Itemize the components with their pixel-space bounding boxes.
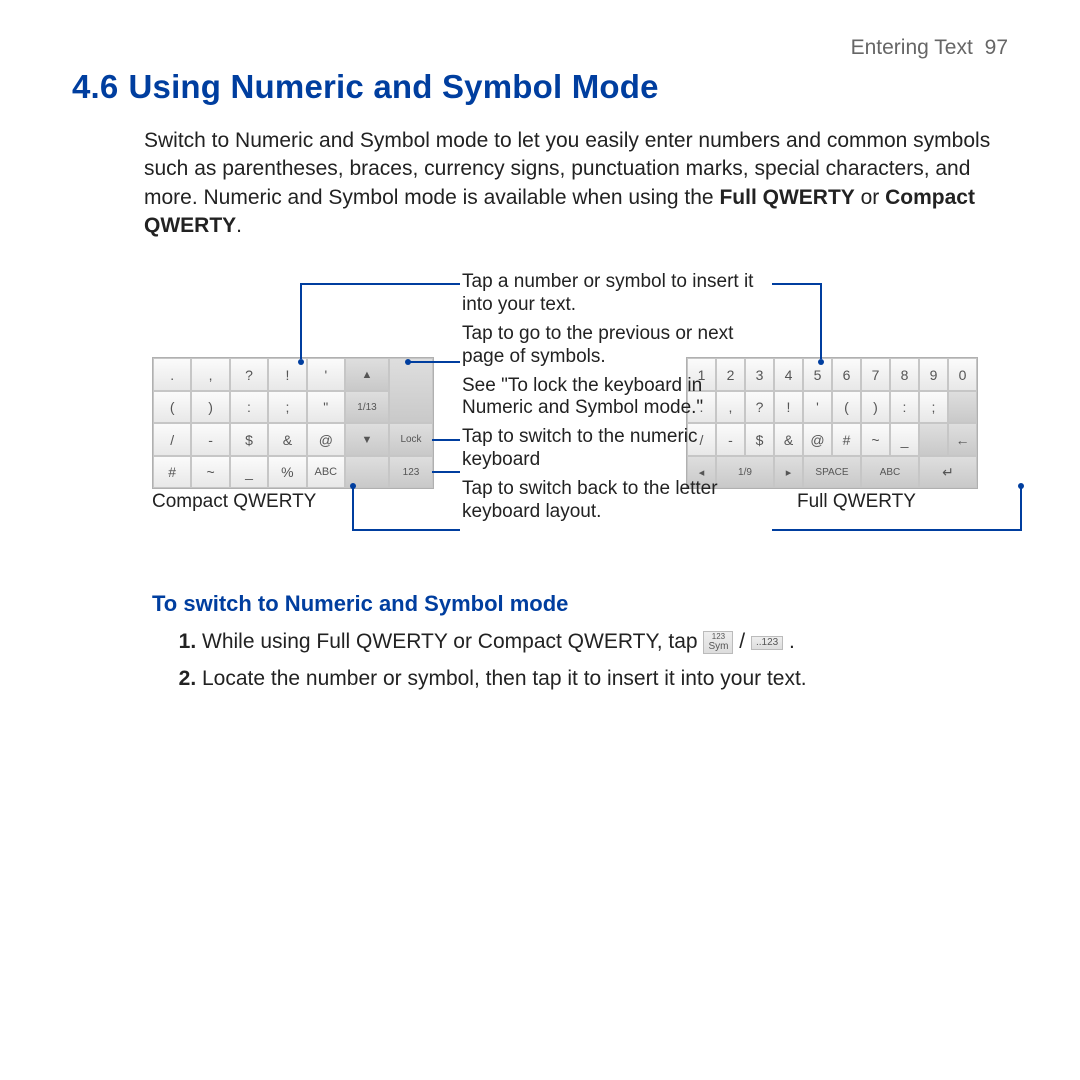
key[interactable]: ): [191, 391, 229, 424]
space-key[interactable]: SPACE: [803, 456, 861, 489]
key[interactable]: &: [268, 423, 306, 456]
callout-1: Tap a number or symbol to insert it into…: [462, 271, 772, 317]
key[interactable]: ;: [919, 391, 948, 424]
connector-line: [432, 439, 460, 441]
intro-bold-1: Full QWERTY: [719, 186, 854, 209]
inline-key-label: ..123: [756, 637, 778, 648]
key[interactable]: &: [774, 423, 803, 456]
enter-key[interactable]: ↵: [919, 456, 977, 489]
key[interactable]: !: [774, 391, 803, 424]
lock-key[interactable]: Lock: [389, 423, 433, 456]
key[interactable]: [919, 423, 948, 456]
key[interactable]: [948, 391, 977, 424]
key[interactable]: :: [230, 391, 268, 424]
connector-line: [1020, 485, 1022, 529]
key[interactable]: @: [803, 423, 832, 456]
num-inline-key: ..123: [751, 636, 783, 651]
page-header: Entering Text 97: [72, 36, 1008, 60]
key[interactable]: ): [861, 391, 890, 424]
key[interactable]: (: [832, 391, 861, 424]
numeric-key[interactable]: 123: [389, 456, 433, 489]
key[interactable]: 8: [890, 358, 919, 391]
abc-key[interactable]: ABC: [861, 456, 919, 489]
key[interactable]: 7: [861, 358, 890, 391]
title-text: Using Numeric and Symbol Mode: [128, 68, 658, 105]
page-number: 97: [985, 36, 1008, 59]
abc-key[interactable]: ABC: [307, 456, 345, 489]
key[interactable]: @: [307, 423, 345, 456]
connector-line: [432, 471, 460, 473]
key[interactable]: #: [153, 456, 191, 489]
pager-up-key[interactable]: ▲: [345, 358, 389, 391]
backspace-key[interactable]: ←: [948, 423, 977, 456]
inline-key-label: Sym: [708, 641, 728, 652]
step-sep: /: [739, 630, 751, 653]
key[interactable]: ': [803, 391, 832, 424]
section-name: Entering Text: [851, 36, 973, 59]
key[interactable]: ,: [191, 358, 229, 391]
callout-3: See "To lock the keyboard in Numeric and…: [462, 375, 772, 421]
connector-line: [300, 283, 460, 285]
compact-qwerty-keyboard: . , ? ! ' ▲ ( ) : ; " 1/13 / - $ & @ ▼ L…: [152, 357, 434, 489]
step-text: While using Full QWERTY or Compact QWERT…: [202, 630, 703, 653]
connector-dot-icon: [1018, 483, 1024, 489]
connector-line: [772, 283, 820, 285]
callout-4: Tap to switch to the numeric keyboard: [462, 426, 772, 472]
intro-tail: .: [236, 214, 242, 237]
key[interactable]: -: [191, 423, 229, 456]
pager-right-key[interactable]: ▸: [774, 456, 803, 489]
connector-line: [352, 485, 354, 529]
key[interactable]: 4: [774, 358, 803, 391]
intro-paragraph: Switch to Numeric and Symbol mode to let…: [144, 127, 998, 240]
key[interactable]: :: [890, 391, 919, 424]
key[interactable]: 0: [948, 358, 977, 391]
connector-line: [408, 361, 460, 363]
page-title: 4.6 Using Numeric and Symbol Mode: [72, 68, 1008, 106]
section-number: 4.6: [72, 68, 118, 105]
callout-2: Tap to go to the previous or next page o…: [462, 323, 772, 369]
key[interactable]: ~: [191, 456, 229, 489]
key[interactable]: ?: [230, 358, 268, 391]
key[interactable]: ": [307, 391, 345, 424]
intro-mid: or: [855, 186, 885, 209]
key[interactable]: _: [230, 456, 268, 489]
key[interactable]: %: [268, 456, 306, 489]
step-2: Locate the number or symbol, then tap it…: [202, 664, 948, 694]
callout-5: Tap to switch back to the letter keyboar…: [462, 478, 772, 524]
key[interactable]: _: [890, 423, 919, 456]
key[interactable]: (: [153, 391, 191, 424]
key[interactable]: ': [307, 358, 345, 391]
diagram: . , ? ! ' ▲ ( ) : ; " 1/13 / - $ & @ ▼ L…: [72, 261, 1008, 561]
connector-line: [300, 283, 302, 359]
sym-inline-key: 123Sym: [703, 631, 733, 654]
key[interactable]: /: [153, 423, 191, 456]
pager-down-key[interactable]: ▼: [345, 423, 389, 456]
key[interactable]: 9: [919, 358, 948, 391]
key[interactable]: ;: [268, 391, 306, 424]
key[interactable]: #: [832, 423, 861, 456]
connector-line: [820, 283, 822, 359]
step-1: While using Full QWERTY or Compact QWERT…: [202, 627, 948, 657]
key[interactable]: $: [230, 423, 268, 456]
lock-filler-key[interactable]: [389, 358, 433, 423]
callout-list: Tap a number or symbol to insert it into…: [462, 271, 772, 529]
key[interactable]: 6: [832, 358, 861, 391]
steps-list: While using Full QWERTY or Compact QWERT…: [172, 627, 948, 694]
key[interactable]: .: [153, 358, 191, 391]
step-tail: .: [789, 630, 795, 653]
key[interactable]: ~: [861, 423, 890, 456]
full-caption: Full QWERTY: [797, 491, 916, 513]
connector-line: [772, 529, 1022, 531]
subheading: To switch to Numeric and Symbol mode: [152, 591, 1008, 617]
compact-caption: Compact QWERTY: [152, 491, 316, 513]
pager-position: 1/13: [345, 391, 389, 424]
connector-line: [352, 529, 460, 531]
